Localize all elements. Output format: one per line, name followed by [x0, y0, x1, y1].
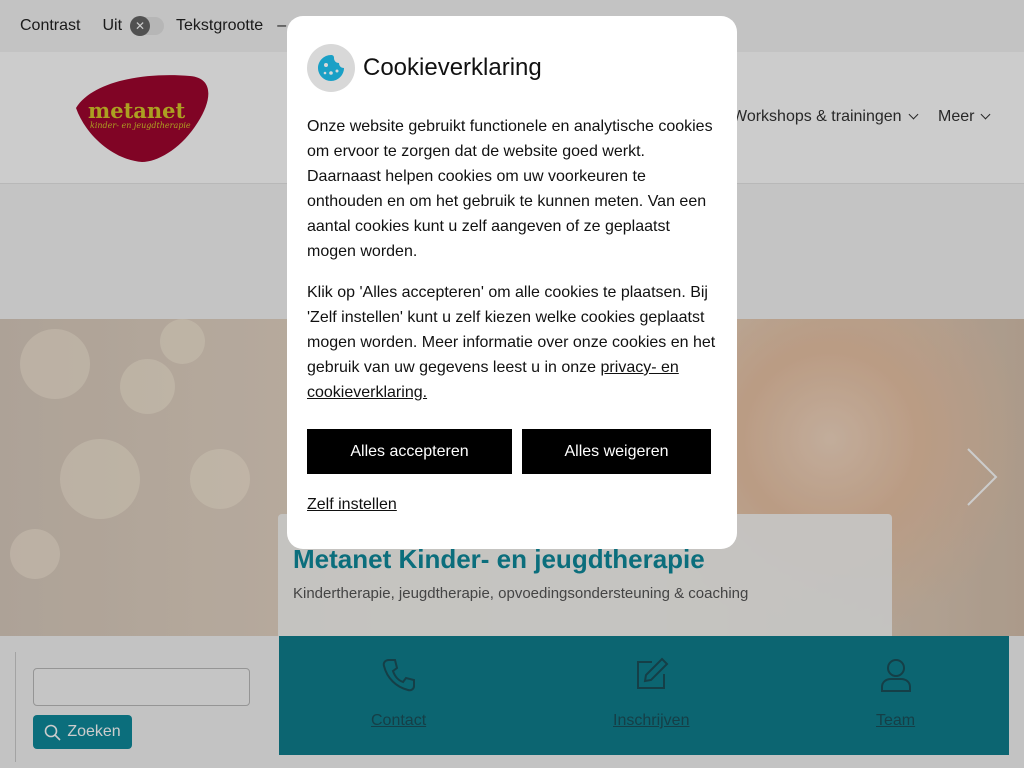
accept-all-button[interactable]: Alles accepteren — [307, 429, 512, 474]
cookie-dialog: Cookieverklaring Onze website gebruikt f… — [287, 16, 737, 549]
custom-settings-link[interactable]: Zelf instellen — [307, 496, 397, 514]
cookie-dialog-title: Cookieverklaring — [363, 54, 542, 81]
cookie-dialog-text-2: Klik op 'Alles accepteren' om alle cooki… — [307, 280, 717, 405]
cookie-dialog-header: Cookieverklaring — [307, 44, 717, 92]
reject-all-button[interactable]: Alles weigeren — [522, 429, 711, 474]
cookie-buttons: Alles accepteren Alles weigeren — [307, 429, 717, 474]
cookie-icon — [307, 44, 355, 92]
cookie-dialog-text: Onze website gebruikt functionele en ana… — [307, 118, 713, 260]
